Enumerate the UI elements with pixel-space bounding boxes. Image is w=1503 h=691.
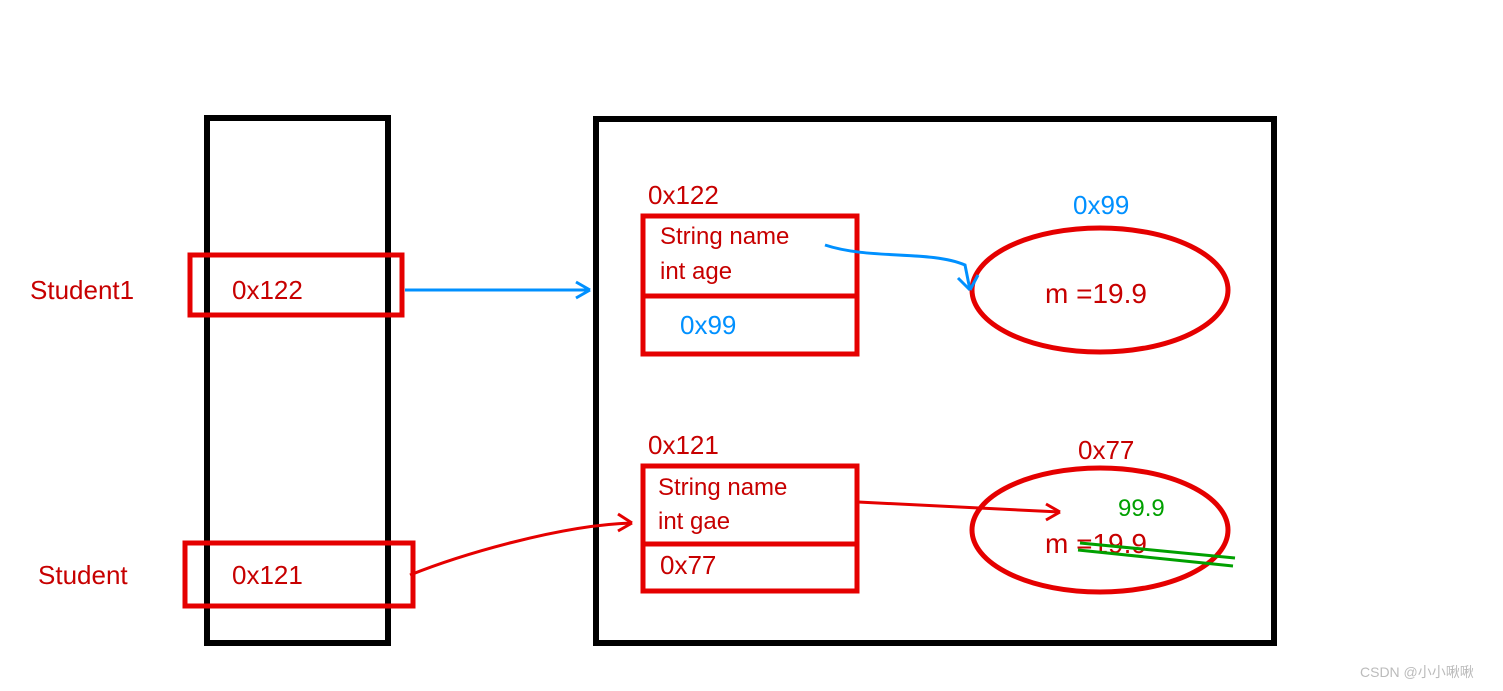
diagram-svg (0, 0, 1503, 691)
